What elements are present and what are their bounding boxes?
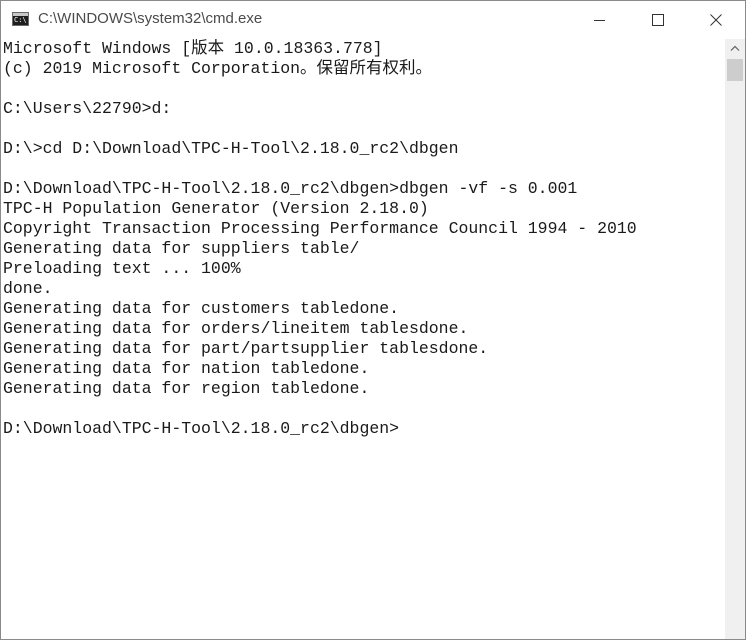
console-output[interactable]: Microsoft Windows [版本 10.0.18363.778] (c)…: [1, 39, 725, 639]
maximize-button[interactable]: [629, 1, 687, 39]
console-line: Generating data for suppliers table/: [3, 239, 360, 258]
console-line: Generating data for region tabledone.: [3, 379, 370, 398]
console-line: Generating data for nation tabledone.: [3, 359, 370, 378]
close-icon: [710, 14, 722, 26]
scroll-up-button[interactable]: [725, 39, 745, 57]
chevron-up-icon: [730, 45, 740, 51]
console-line: D:\Download\TPC-H-Tool\2.18.0_rc2\dbgen>: [3, 419, 400, 438]
scrollbar-thumb[interactable]: [727, 59, 743, 81]
console-line: Copyright Transaction Processing Perform…: [3, 219, 637, 238]
cmd-window: C:\ C:\WINDOWS\system32\cmd.exe Microsof…: [0, 0, 746, 640]
window-title: C:\WINDOWS\system32\cmd.exe: [38, 10, 263, 27]
console-line: (c) 2019 Microsoft Corporation。保留所有权利。: [3, 59, 433, 78]
console-line: done.: [3, 279, 53, 298]
vertical-scrollbar[interactable]: [725, 39, 745, 639]
console-line: Generating data for customers tabledone.: [3, 299, 400, 318]
console-line: Preloading text ... 100%: [3, 259, 241, 278]
cmd-icon-glyph: C:\: [14, 16, 27, 24]
maximize-icon: [652, 14, 664, 26]
console-line: D:\Download\TPC-H-Tool\2.18.0_rc2\dbgen>…: [3, 179, 578, 198]
minimize-button[interactable]: [571, 1, 629, 39]
console-line: Generating data for part/partsupplier ta…: [3, 339, 489, 358]
minimize-icon: [594, 20, 605, 21]
cmd-icon[interactable]: C:\: [12, 12, 29, 26]
console-line: TPC-H Population Generator (Version 2.18…: [3, 199, 429, 218]
console-line: Microsoft Windows [版本 10.0.18363.778]: [3, 39, 383, 58]
title-bar[interactable]: C:\ C:\WINDOWS\system32\cmd.exe: [1, 1, 745, 39]
console-lines: Microsoft Windows [版本 10.0.18363.778] (c)…: [3, 39, 637, 439]
console-line: C:\Users\22790>d:: [3, 99, 172, 118]
console-line: D:\>cd D:\Download\TPC-H-Tool\2.18.0_rc2…: [3, 139, 459, 158]
close-button[interactable]: [687, 1, 745, 39]
console-line: Generating data for orders/lineitem tabl…: [3, 319, 469, 338]
